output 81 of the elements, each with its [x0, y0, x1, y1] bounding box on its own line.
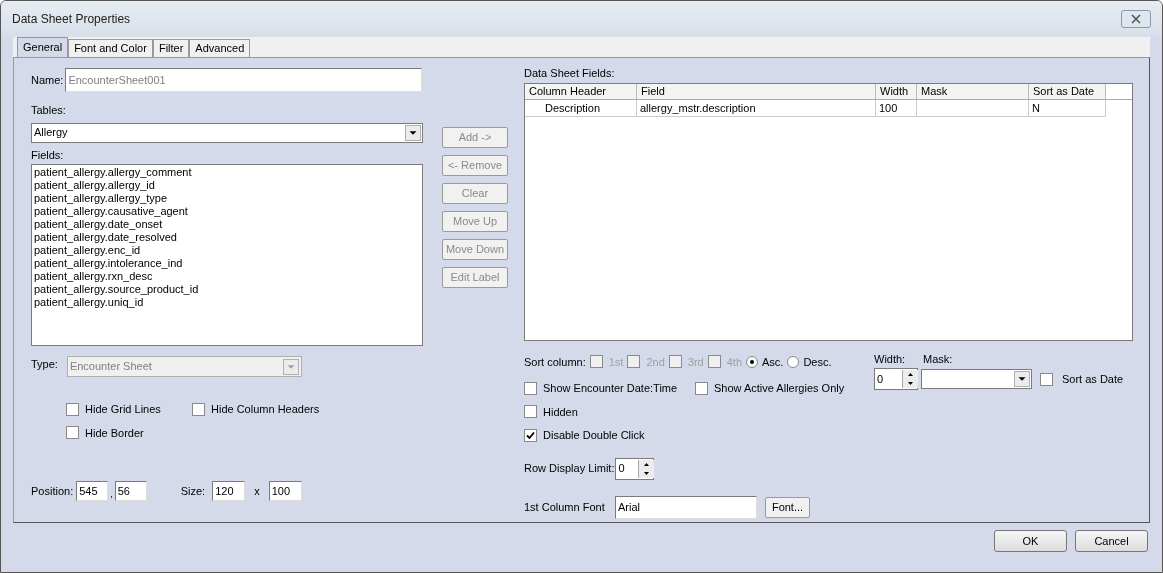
list-item[interactable]: patient_allergy.date_resolved: [34, 231, 422, 244]
close-icon: [1130, 14, 1142, 24]
checkbox[interactable]: [695, 381, 708, 395]
position-y-field[interactable]: 56: [114, 481, 147, 501]
separator: ,: [110, 487, 113, 501]
checkbox[interactable]: [66, 402, 79, 416]
column-header[interactable]: Width: [876, 83, 917, 99]
table-cell: allergy_mstr.description: [637, 99, 876, 116]
checkbox[interactable]: [66, 426, 79, 440]
tab[interactable]: Advanced: [189, 39, 251, 57]
checkbox-label: 4th: [726, 354, 742, 370]
dropdown-caret-icon[interactable]: [405, 124, 421, 141]
checkbox[interactable]: [192, 402, 205, 416]
tab[interactable]: Font and Color: [68, 39, 153, 57]
list-item[interactable]: patient_allergy.source_product_id: [34, 283, 422, 296]
dropdown-caret-icon[interactable]: [1014, 371, 1030, 387]
row-display-limit-spinner[interactable]: 0: [615, 457, 655, 480]
spinner-arrows-icon[interactable]: [638, 459, 654, 478]
radio-button[interactable]: [787, 355, 800, 368]
checkbox-label: Show Active Allergies Only: [714, 381, 845, 396]
checkbox[interactable]: [1040, 372, 1053, 386]
table-cell: 100: [876, 99, 917, 116]
list-item[interactable]: patient_allergy.allergy_comment: [34, 166, 422, 179]
checkbox-label: Hidden: [543, 404, 578, 420]
field-label: Sort column:: [524, 354, 586, 370]
list-item[interactable]: patient_allergy.allergy_id: [34, 179, 422, 192]
field-label: Name:: [31, 72, 64, 88]
field-label: Data Sheet Fields:: [524, 66, 616, 81]
radio-label: Asc.: [762, 354, 784, 370]
field-label: Type:: [31, 357, 58, 372]
checkbox[interactable]: [524, 405, 537, 419]
tab[interactable]: Filter: [152, 39, 190, 57]
separator: x: [254, 483, 260, 499]
font-field[interactable]: Arial: [615, 495, 757, 519]
table-cell: Description: [525, 99, 637, 116]
checkbox-label: Hide Column Headers: [211, 402, 320, 417]
close-button[interactable]: [1121, 10, 1151, 28]
dialog-button[interactable]: Cancel: [1075, 530, 1148, 552]
field-label: Width:: [874, 351, 907, 367]
checkbox-label: 3rd: [687, 354, 704, 370]
tables-dropdown[interactable]: Allergy: [31, 122, 423, 143]
tab[interactable]: General: [17, 37, 69, 57]
checkbox-label: Sort as Date: [1062, 371, 1124, 387]
width-spinner[interactable]: 0: [874, 368, 918, 390]
radio-button[interactable]: [746, 355, 758, 368]
checkbox-label: 2nd: [646, 354, 665, 370]
field-label: Fields:: [31, 147, 65, 163]
field-label: Tables:: [31, 103, 67, 118]
spinner-arrows-icon[interactable]: [902, 370, 917, 388]
list-item[interactable]: patient_allergy.uniq_id: [34, 296, 422, 309]
list-item[interactable]: patient_allergy.rxn_desc: [34, 270, 422, 283]
checkbox-label: Show Encounter Date:Time: [543, 381, 678, 396]
list-item[interactable]: patient_allergy.causative_agent: [34, 205, 422, 218]
font-button[interactable]: Font...: [765, 496, 810, 518]
position-x-field[interactable]: 545: [76, 481, 109, 501]
checkbox-label: 1st: [608, 354, 624, 370]
size-height-field[interactable]: 100: [268, 481, 302, 501]
checkbox-label: Hide Grid Lines: [85, 402, 161, 417]
window-title: Data Sheet Properties: [12, 11, 131, 28]
column-header[interactable]: Mask: [917, 83, 1029, 99]
list-item[interactable]: patient_allergy.enc_id: [34, 244, 422, 257]
field-label: Row Display Limit:: [524, 461, 615, 477]
checkbox-label: Disable Double Click: [543, 428, 645, 443]
dialog-button[interactable]: OK: [994, 530, 1067, 552]
field-label: Size:: [180, 483, 206, 499]
column-header[interactable]: Field: [637, 83, 876, 99]
table-cell: N: [1029, 99, 1106, 116]
field-label: 1st Column Font: [524, 499, 606, 515]
list-item[interactable]: patient_allergy.intolerance_ind: [34, 257, 422, 270]
checkbox[interactable]: [524, 428, 537, 442]
checkbox[interactable]: [524, 381, 537, 395]
radio-label: Desc.: [803, 354, 832, 370]
column-header[interactable]: Column Header: [525, 83, 637, 99]
column-header[interactable]: Sort as Date: [1029, 83, 1106, 99]
field-label: Mask:: [923, 351, 953, 367]
size-width-field[interactable]: 120: [212, 481, 246, 501]
mask-dropdown[interactable]: [921, 369, 1032, 389]
list-item[interactable]: patient_allergy.allergy_type: [34, 192, 422, 205]
list-item[interactable]: patient_allergy.date_onset: [34, 218, 422, 231]
field-label: Position:: [31, 483, 74, 499]
checkbox-label: Hide Border: [85, 425, 144, 441]
